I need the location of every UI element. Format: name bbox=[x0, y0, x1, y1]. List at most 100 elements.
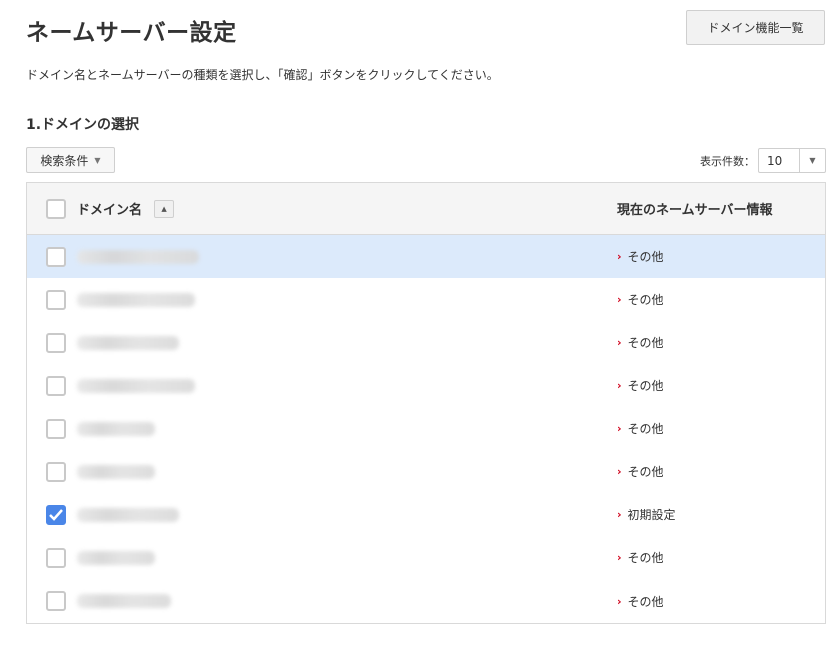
page-size-value: 10 bbox=[767, 153, 783, 168]
nameserver-link[interactable]: › 初期設定 bbox=[617, 506, 676, 523]
row-checkbox[interactable] bbox=[46, 332, 66, 353]
row-nameserver-cell: › その他 bbox=[617, 463, 825, 480]
row-domain-cell bbox=[77, 507, 617, 522]
chevron-right-icon: › bbox=[617, 250, 622, 263]
row-check-cell bbox=[27, 504, 77, 525]
row-check-cell bbox=[27, 461, 77, 482]
row-check-cell bbox=[27, 591, 77, 611]
nameserver-value: その他 bbox=[627, 336, 664, 350]
row-domain-cell bbox=[77, 464, 617, 479]
row-checkbox[interactable] bbox=[46, 418, 66, 439]
domain-column-header: ドメイン名 bbox=[77, 203, 143, 218]
nameserver-link[interactable]: › その他 bbox=[617, 420, 664, 437]
redacted-domain-name bbox=[77, 550, 155, 565]
nameserver-value: その他 bbox=[627, 379, 664, 393]
select-all-checkbox[interactable] bbox=[46, 198, 66, 219]
nameserver-value: その他 bbox=[627, 594, 664, 609]
search-conditions-button[interactable]: 検索条件 ▼ bbox=[26, 147, 115, 173]
table-row[interactable]: › その他 bbox=[27, 407, 825, 450]
nameserver-link[interactable]: › その他 bbox=[617, 593, 664, 610]
row-nameserver-cell: › その他 bbox=[617, 377, 825, 394]
row-checkbox[interactable] bbox=[46, 246, 66, 267]
row-checkbox[interactable] bbox=[46, 375, 66, 396]
table-row[interactable]: › その他 bbox=[27, 579, 825, 623]
checkmark-icon bbox=[49, 508, 63, 521]
row-checkbox[interactable] bbox=[46, 504, 66, 525]
page-title: ネームサーバー設定 bbox=[26, 20, 237, 46]
redacted-domain-name bbox=[77, 378, 195, 393]
chevron-right-icon: › bbox=[617, 293, 622, 306]
chevron-right-icon: › bbox=[617, 379, 622, 392]
sort-up-icon[interactable]: ▲ bbox=[154, 199, 175, 218]
row-nameserver-cell: › その他 bbox=[617, 291, 825, 308]
header-check-cell bbox=[27, 198, 77, 219]
redacted-domain-name bbox=[77, 335, 179, 350]
nameserver-link[interactable]: › その他 bbox=[617, 334, 664, 351]
nameserver-link[interactable]: › その他 bbox=[617, 291, 664, 308]
row-domain-cell bbox=[77, 249, 617, 264]
row-check-cell bbox=[27, 547, 77, 568]
domain-table: ドメイン名 ▲ 現在のネームサーバー情報 › その他 › その他 › その他 › その他 › その… bbox=[26, 182, 826, 624]
row-domain-cell bbox=[77, 378, 617, 393]
row-nameserver-cell: › その他 bbox=[617, 248, 825, 265]
search-conditions-label: 検索条件 bbox=[40, 153, 89, 168]
caret-down-icon: ▼ bbox=[799, 149, 825, 172]
table-row[interactable]: › 初期設定 bbox=[27, 493, 825, 536]
nameserver-link[interactable]: › その他 bbox=[617, 377, 664, 394]
row-nameserver-cell: › 初期設定 bbox=[617, 506, 825, 523]
nameserver-link[interactable]: › その他 bbox=[617, 248, 664, 265]
row-check-cell bbox=[27, 375, 77, 396]
redacted-domain-name bbox=[77, 507, 179, 522]
table-row[interactable]: › その他 bbox=[27, 536, 825, 579]
redacted-domain-name bbox=[77, 249, 199, 264]
redacted-domain-name bbox=[77, 292, 195, 307]
row-nameserver-cell: › その他 bbox=[617, 420, 825, 437]
table-row[interactable]: › その他 bbox=[27, 235, 825, 278]
nameserver-link[interactable]: › その他 bbox=[617, 549, 664, 566]
nameserver-value: その他 bbox=[627, 422, 664, 436]
table-row[interactable]: › その他 bbox=[27, 278, 825, 321]
page-description: ドメイン名とネームサーバーの種類を選択し、「確認」ボタンをクリックしてください。 bbox=[26, 68, 499, 82]
chevron-right-icon: › bbox=[617, 508, 622, 521]
redacted-domain-name bbox=[77, 464, 155, 479]
redacted-domain-name bbox=[77, 421, 155, 436]
domain-header-cell: ドメイン名 ▲ bbox=[77, 199, 617, 218]
row-nameserver-cell: › その他 bbox=[617, 593, 825, 610]
row-check-cell bbox=[27, 418, 77, 439]
row-nameserver-cell: › その他 bbox=[617, 549, 825, 566]
section-title: 1.ドメインの選択 bbox=[26, 117, 140, 133]
row-checkbox[interactable] bbox=[46, 547, 66, 568]
table-body: › その他 › その他 › その他 › その他 › その他 › その他 › 初期設定 › その他 › その他 bbox=[27, 235, 825, 623]
nameserver-value: その他 bbox=[627, 250, 664, 264]
row-checkbox[interactable] bbox=[46, 289, 66, 310]
row-checkbox[interactable] bbox=[46, 591, 66, 611]
nameserver-column-header: 現在のネームサーバー情報 bbox=[617, 203, 773, 218]
row-check-cell bbox=[27, 246, 77, 267]
row-check-cell bbox=[27, 289, 77, 310]
nameserver-link[interactable]: › その他 bbox=[617, 463, 664, 480]
nameserver-header-cell: 現在のネームサーバー情報 bbox=[617, 199, 825, 218]
redacted-domain-name bbox=[77, 594, 171, 608]
chevron-right-icon: › bbox=[617, 551, 622, 564]
domain-function-list-button[interactable]: ドメイン機能一覧 bbox=[686, 10, 825, 45]
nameserver-value: 初期設定 bbox=[627, 508, 676, 522]
row-domain-cell bbox=[77, 335, 617, 350]
chevron-right-icon: › bbox=[617, 422, 622, 435]
row-domain-cell bbox=[77, 594, 617, 608]
caret-down-icon: ▼ bbox=[94, 155, 101, 165]
nameserver-value: その他 bbox=[627, 465, 664, 479]
row-domain-cell bbox=[77, 550, 617, 565]
table-row[interactable]: › その他 bbox=[27, 450, 825, 493]
row-domain-cell bbox=[77, 292, 617, 307]
nameserver-value: その他 bbox=[627, 293, 664, 307]
row-domain-cell bbox=[77, 421, 617, 436]
table-row[interactable]: › その他 bbox=[27, 321, 825, 364]
page-size-label: 表示件数： bbox=[700, 155, 755, 168]
table-header-row: ドメイン名 ▲ 現在のネームサーバー情報 bbox=[27, 183, 825, 235]
row-check-cell bbox=[27, 332, 77, 353]
row-checkbox[interactable] bbox=[46, 461, 66, 482]
chevron-right-icon: › bbox=[617, 465, 622, 478]
table-row[interactable]: › その他 bbox=[27, 364, 825, 407]
page-size-select[interactable]: 10 ▼ bbox=[758, 148, 826, 173]
chevron-right-icon: › bbox=[617, 594, 622, 608]
